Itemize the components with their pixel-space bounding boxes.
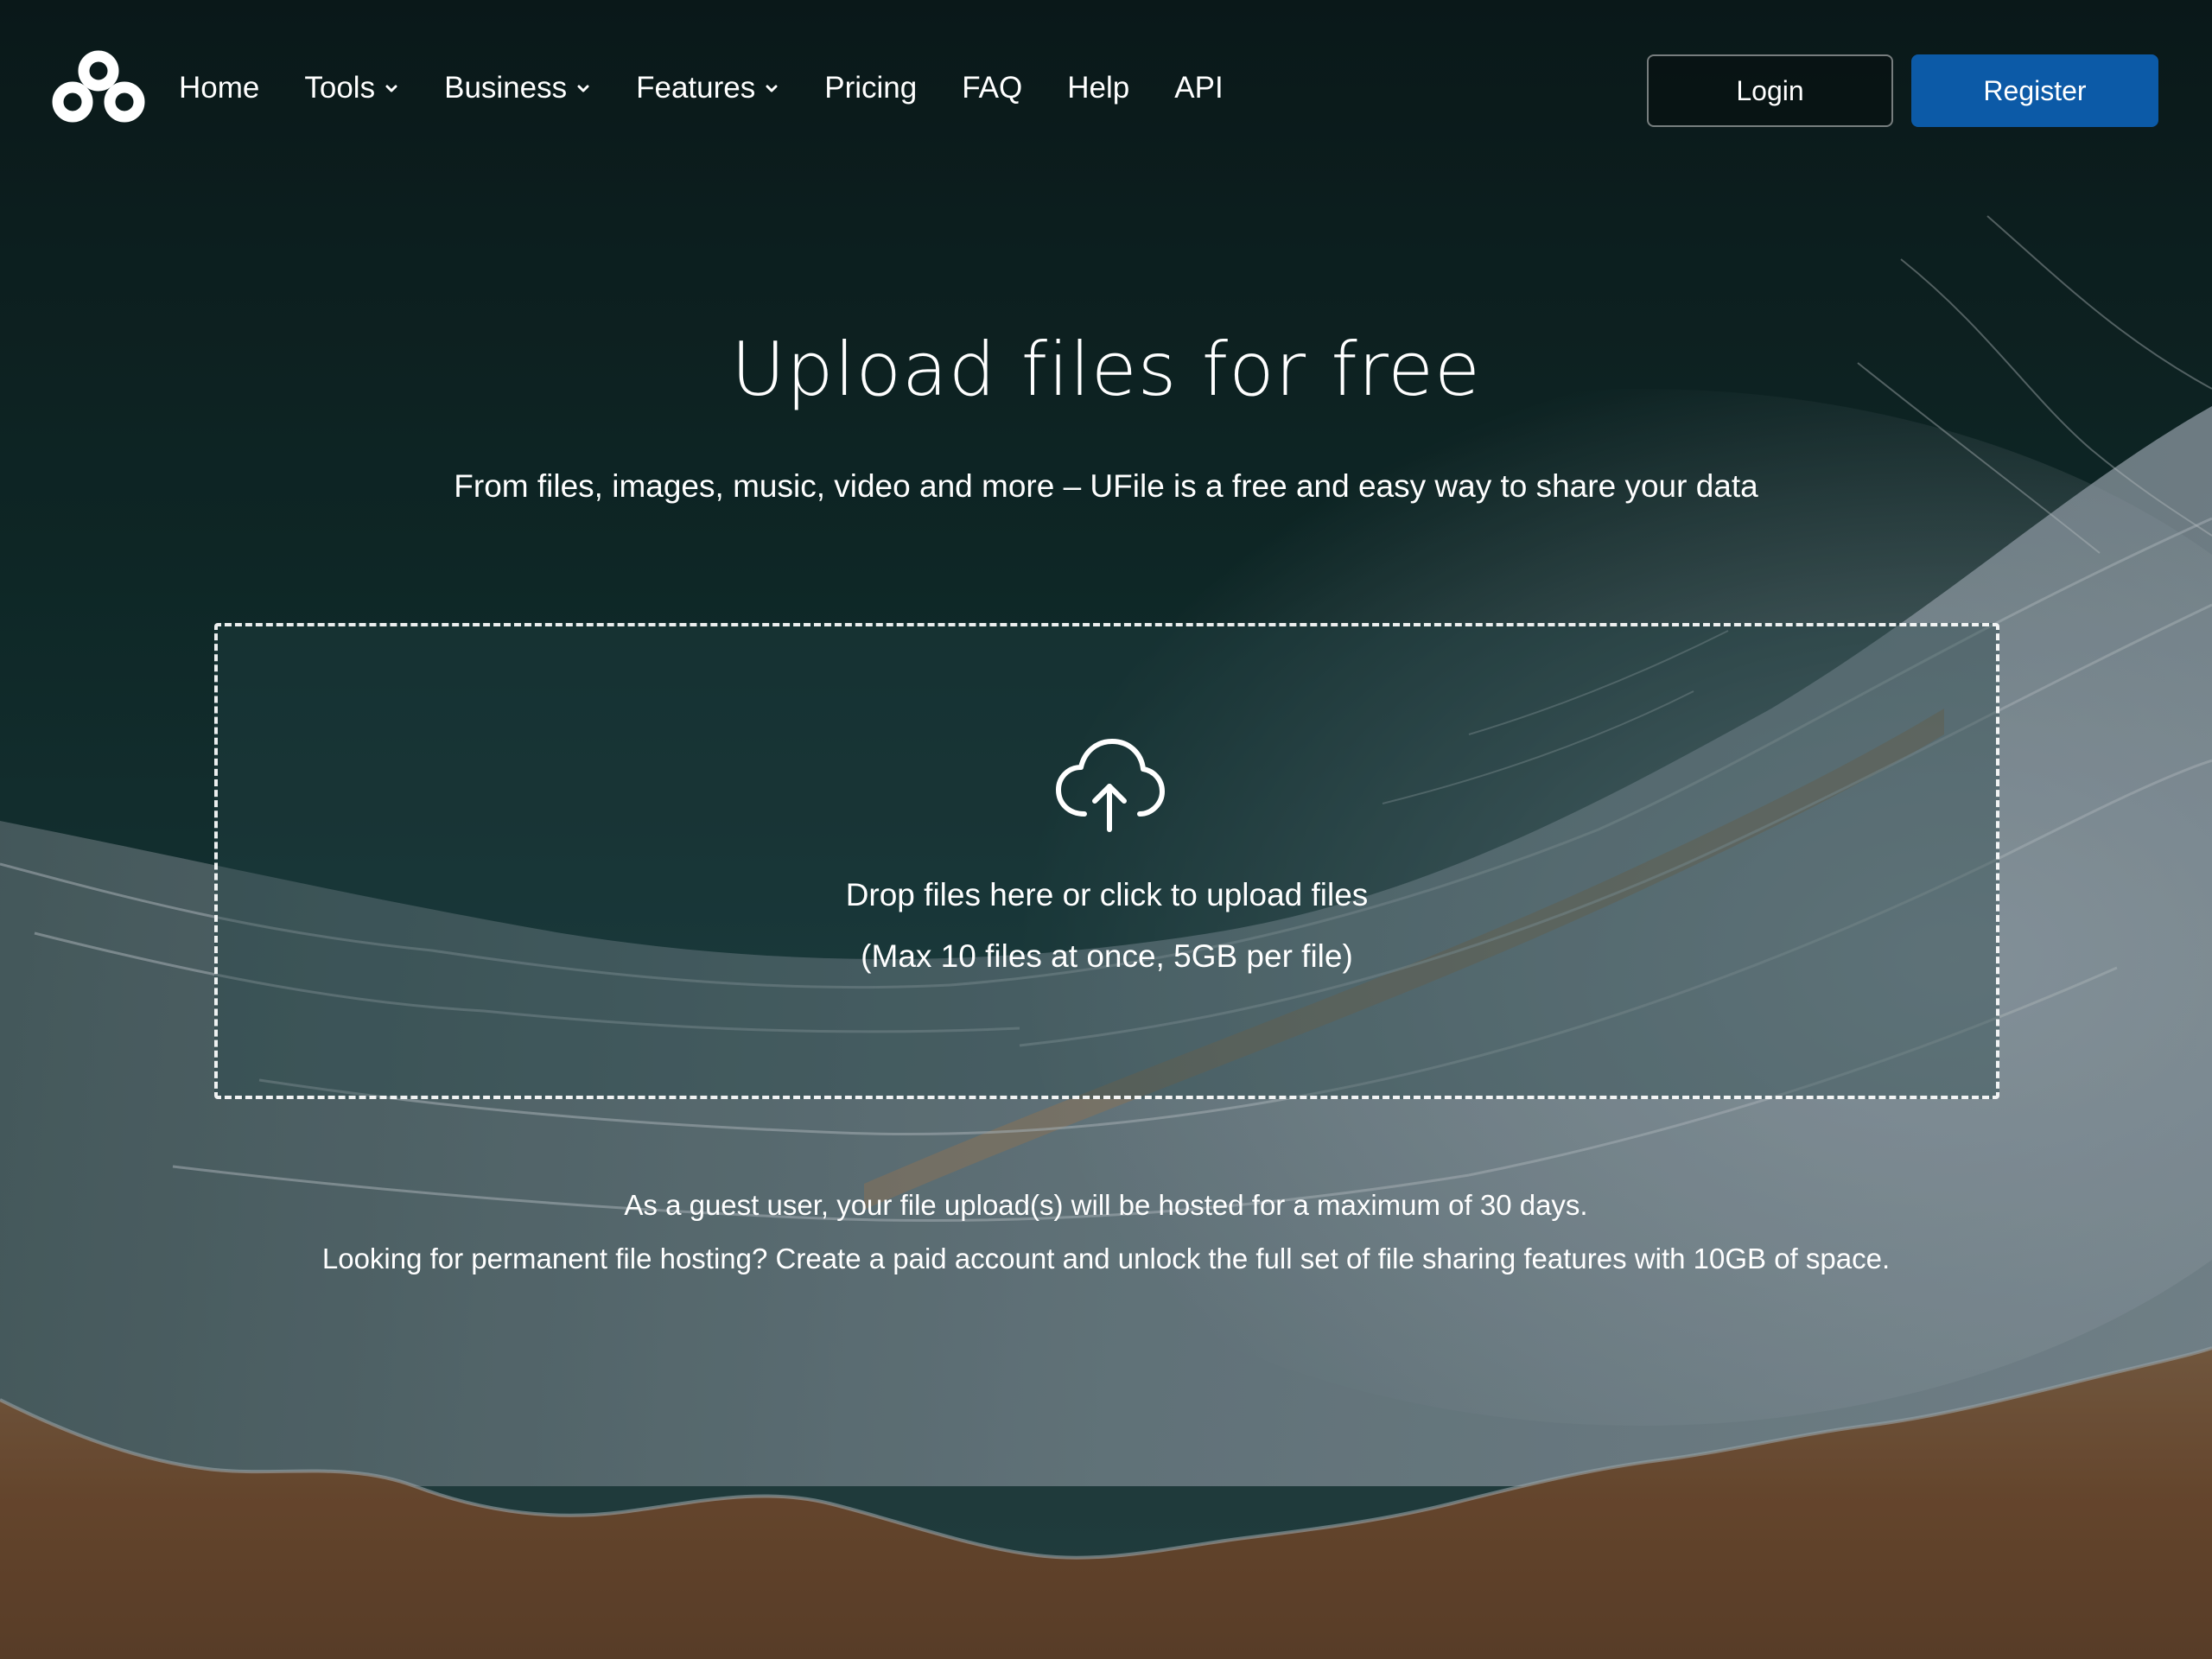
register-button[interactable]: Register xyxy=(1911,54,2158,127)
nav-faq[interactable]: FAQ xyxy=(962,71,1022,105)
page-title: Upload files for free xyxy=(731,327,1481,413)
nav-home-label: Home xyxy=(179,71,260,105)
nav-api-label: API xyxy=(1174,71,1224,105)
guest-retention-note: As a guest user, your file upload(s) wil… xyxy=(624,1189,1588,1221)
nav-pricing[interactable]: Pricing xyxy=(824,71,917,105)
nav-features-label: Features xyxy=(636,71,756,105)
main-menu: Home Tools Business Features Pricing FAQ xyxy=(179,62,1268,114)
login-button[interactable]: Login xyxy=(1647,54,1893,127)
nav-faq-label: FAQ xyxy=(962,71,1023,105)
chevron-down-icon xyxy=(385,85,397,92)
nav-api[interactable]: API xyxy=(1174,71,1223,105)
nav-business[interactable]: Business xyxy=(444,71,591,105)
page-subtitle: From files, images, music, video and mor… xyxy=(454,468,1758,504)
upload-dropzone[interactable]: Drop files here or click to upload files… xyxy=(214,623,1999,1099)
nav-home[interactable]: Home xyxy=(179,71,259,105)
nav-help-label: Help xyxy=(1067,71,1130,105)
nav-help[interactable]: Help xyxy=(1067,71,1129,105)
nav-business-label: Business xyxy=(444,71,568,105)
dropzone-instruction: Drop files here or click to upload files xyxy=(845,877,1369,912)
ufile-logo-icon[interactable] xyxy=(50,48,147,128)
nav-features[interactable]: Features xyxy=(636,71,779,105)
chevron-down-icon xyxy=(766,85,778,92)
chevron-down-icon xyxy=(577,85,589,92)
nav-tools-label: Tools xyxy=(304,71,376,105)
dropzone-limits: (Max 10 files at once, 5GB per file) xyxy=(861,938,1353,974)
paid-account-note: Looking for permanent file hosting? Crea… xyxy=(321,1243,1891,1274)
cloud-upload-icon xyxy=(1056,739,1165,832)
nav-pricing-label: Pricing xyxy=(824,71,918,105)
top-navigation: Home Tools Business Features Pricing FAQ xyxy=(0,0,2212,177)
nav-tools[interactable]: Tools xyxy=(304,71,399,105)
